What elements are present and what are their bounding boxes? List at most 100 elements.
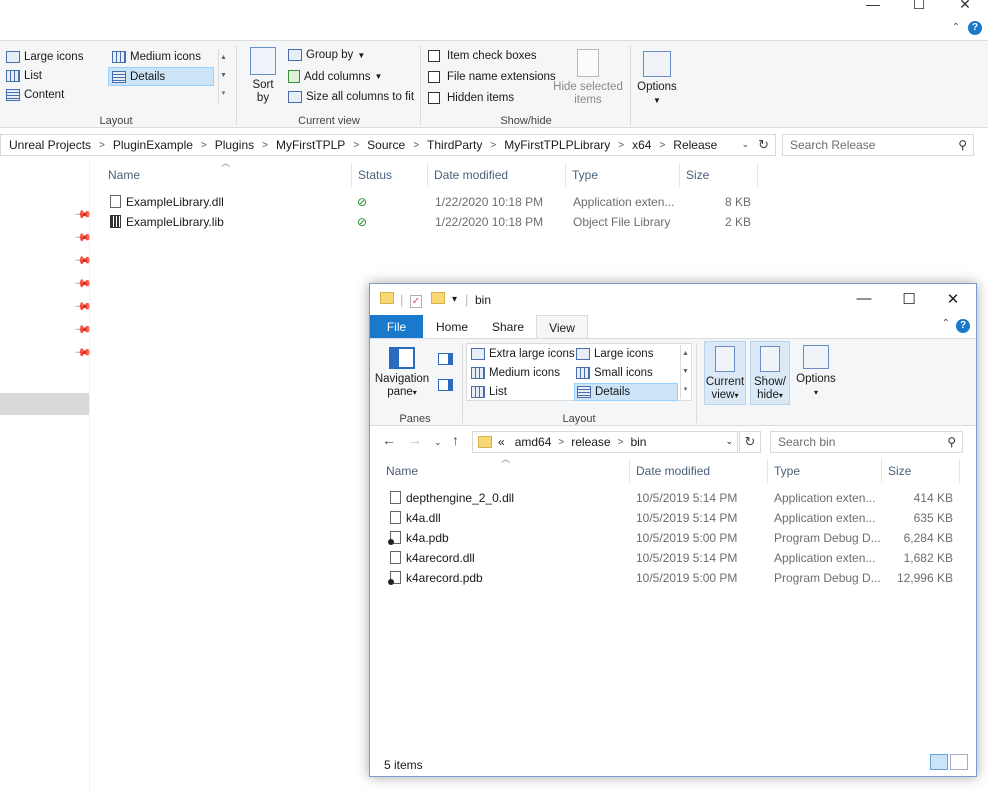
forward-arrow-icon[interactable]: → (408, 432, 422, 448)
pin-icon[interactable]: 📌 (73, 274, 92, 293)
file-row[interactable]: k4arecord.dll 10/5/2019 5:14 PM Applicat… (386, 548, 966, 568)
layout-details[interactable]: Details (574, 383, 678, 401)
nav-item-selected[interactable] (0, 393, 89, 415)
maximize-button[interactable]: ☐ (894, 290, 924, 308)
chevron-right-icon[interactable]: > (201, 140, 207, 151)
column-header-type[interactable]: Type (566, 163, 680, 187)
new-folder-icon[interactable] (431, 292, 445, 307)
up-arrow-icon[interactable]: ↑ (452, 432, 459, 448)
navigation-pane-button[interactable]: Navigation pane▾ (374, 347, 430, 399)
checkbox[interactable] (428, 92, 440, 104)
pin-icon[interactable]: 📌 (73, 251, 92, 270)
hidden-items-toggle[interactable]: Hidden items (428, 92, 514, 104)
chevron-right-icon[interactable]: > (99, 140, 105, 151)
close-button[interactable]: ✕ (938, 290, 968, 308)
layout-list[interactable]: List (6, 70, 42, 82)
chevron-down-icon[interactable]: ⌄ (725, 436, 733, 447)
file-row[interactable]: ExampleLibrary.lib ⊘ 1/22/2020 10:18 PM … (100, 212, 760, 232)
layout-medium-icons[interactable]: Medium icons (112, 51, 201, 63)
close-button[interactable]: ✕ (942, 0, 988, 14)
layout-medium-icons[interactable]: Medium icons (471, 367, 560, 379)
layout-extra-large-icons[interactable]: Extra large icons (471, 348, 575, 360)
column-header-size[interactable]: Size (680, 163, 758, 187)
breadcrumb-item[interactable]: MyFirstTPLPLibrary (504, 138, 610, 152)
layout-content[interactable]: Content (6, 89, 64, 101)
layout-scroll[interactable]: ▲ ▼ ▾ (680, 345, 690, 399)
file-name-extensions-toggle[interactable]: File name extensions (428, 71, 556, 83)
breadcrumb-item[interactable]: Release (673, 138, 717, 152)
breadcrumb-item[interactable]: Source (367, 138, 405, 152)
hide-selected-items-button[interactable]: Hide selected items (550, 49, 626, 107)
quick-access-dropdown-icon[interactable]: ▾ (452, 294, 457, 305)
chevron-right-icon[interactable]: > (490, 140, 496, 151)
back-arrow-icon[interactable]: ← (382, 432, 396, 448)
breadcrumb-item[interactable]: Plugins (215, 138, 254, 152)
breadcrumb-item[interactable]: bin (630, 435, 646, 449)
chevron-right-icon[interactable]: > (262, 140, 268, 151)
current-view-button[interactable]: Current view▾ (704, 341, 746, 405)
breadcrumb-item[interactable]: Unreal Projects (9, 138, 91, 152)
checkbox[interactable] (428, 71, 440, 83)
maximize-button[interactable]: ☐ (896, 0, 942, 14)
large-icons-view-icon[interactable] (950, 754, 968, 770)
chevron-right-icon[interactable]: > (618, 437, 624, 448)
file-row[interactable]: k4a.dll 10/5/2019 5:14 PM Application ex… (386, 508, 966, 528)
pin-icon[interactable]: 📌 (73, 343, 92, 362)
pin-icon[interactable]: 📌 (73, 228, 92, 247)
tab-share[interactable]: Share (480, 315, 536, 339)
layout-large-icons[interactable]: Large icons (576, 348, 653, 360)
layout-details[interactable]: Details (108, 67, 214, 86)
tab-view[interactable]: View (536, 315, 588, 339)
options-button[interactable]: Options ▾ (794, 345, 838, 399)
breadcrumb-item[interactable]: x64 (632, 138, 651, 152)
breadcrumb-item[interactable]: ThirdParty (427, 138, 482, 152)
address-bar[interactable]: « amd64 > release > bin ⌄ (472, 431, 738, 453)
chevron-right-icon[interactable]: > (413, 140, 419, 151)
pin-icon[interactable]: 📌 (73, 205, 92, 224)
file-row[interactable]: ExampleLibrary.dll ⊘ 1/22/2020 10:18 PM … (100, 192, 760, 212)
layout-small-icons[interactable]: Small icons (576, 367, 653, 379)
breadcrumb-item[interactable]: MyFirstTPLP (276, 138, 345, 152)
ribbon-collapse-icon[interactable]: ⌃ (942, 318, 950, 329)
layout-scroll[interactable]: ▲ ▼ ▾ (218, 49, 228, 103)
add-columns-button[interactable]: Add columns ▼ (288, 70, 382, 83)
size-all-columns-button[interactable]: Size all columns to fit (288, 91, 414, 103)
search-input[interactable]: Search Release ⚲ (782, 134, 974, 156)
column-header-name[interactable]: Name (102, 163, 352, 187)
ribbon-collapse-icon[interactable]: ⌃ (952, 22, 960, 33)
chevron-right-icon[interactable]: > (353, 140, 359, 151)
layout-list[interactable]: List (471, 386, 507, 398)
refresh-icon[interactable]: ↻ (758, 137, 769, 153)
details-view-icon[interactable] (930, 754, 948, 770)
tab-file[interactable]: File (370, 315, 423, 339)
file-row[interactable]: k4arecord.pdb 10/5/2019 5:00 PM Program … (386, 568, 966, 588)
preview-pane-icon[interactable] (438, 353, 453, 365)
breadcrumb-item[interactable]: release (571, 435, 610, 449)
chevron-right-icon[interactable]: > (659, 140, 665, 151)
layout-large-icons[interactable]: Large icons (6, 51, 83, 63)
breadcrumb-item[interactable]: PluginExample (113, 138, 193, 152)
address-bar[interactable]: Unreal Projects > PluginExample > Plugins >… (0, 134, 776, 156)
breadcrumb-item[interactable]: amd64 (515, 435, 552, 449)
details-pane-icon[interactable] (438, 379, 453, 391)
recent-locations-icon[interactable]: ⌄ (434, 437, 442, 448)
chevron-right-icon[interactable]: > (618, 140, 624, 151)
refresh-button[interactable]: ↻ (739, 431, 761, 453)
breadcrumb-overflow[interactable]: « (498, 435, 505, 449)
column-header-date[interactable]: Date modified (630, 459, 768, 483)
title-bar[interactable]: | ✓ ▾ | bin — ☐ ✕ (370, 284, 976, 315)
sort-by-button[interactable]: Sort by (246, 47, 280, 105)
tab-home[interactable]: Home (426, 315, 478, 339)
navigation-pane[interactable]: 📌 📌 📌 📌 📌 📌 📌 (0, 160, 92, 791)
pin-icon[interactable]: 📌 (73, 297, 92, 316)
item-check-boxes-toggle[interactable]: Item check boxes (428, 50, 536, 62)
show-hide-button[interactable]: Show/ hide▾ (750, 341, 790, 405)
column-header-status[interactable]: Status (352, 163, 428, 187)
column-header-type[interactable]: Type (768, 459, 882, 483)
minimize-button[interactable]: — (850, 0, 896, 14)
chevron-right-icon[interactable]: > (558, 437, 564, 448)
group-by-button[interactable]: Group by ▼ (288, 49, 365, 61)
help-button[interactable]: ? (956, 319, 970, 333)
pin-icon[interactable]: 📌 (73, 320, 92, 339)
file-row[interactable]: depthengine_2_0.dll 10/5/2019 5:14 PM Ap… (386, 488, 966, 508)
